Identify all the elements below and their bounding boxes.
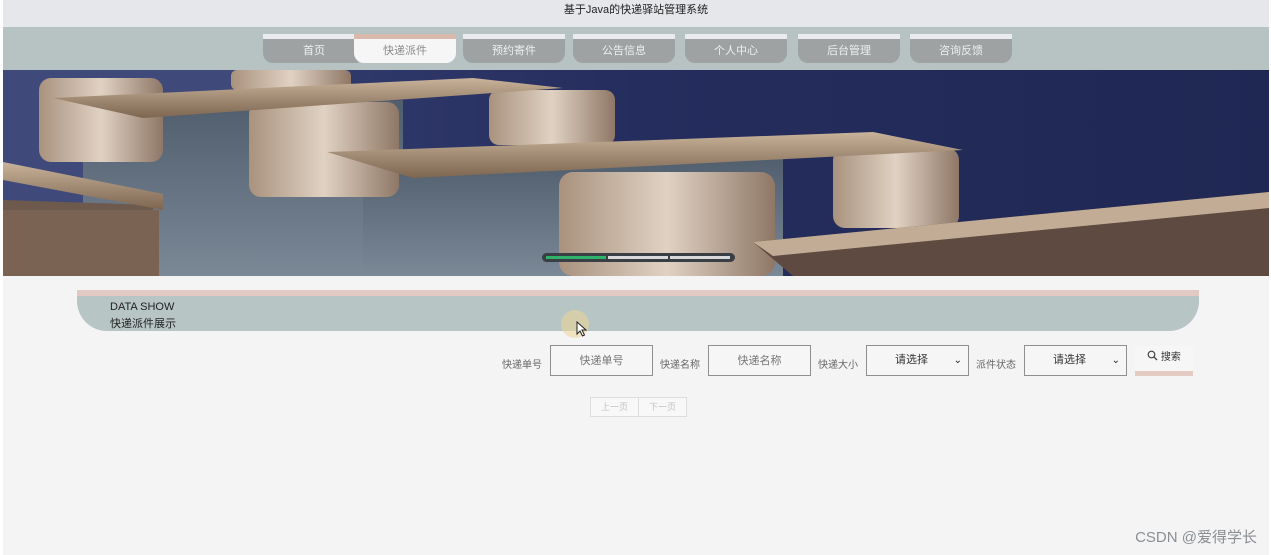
package-name-label: 快递名称 (660, 360, 700, 371)
section-title-en: DATA SHOW (110, 301, 175, 313)
site-title: 基于Java的快递驿站管理系统 (563, 4, 709, 16)
section-title-cn: 快递派件展示 (110, 318, 176, 330)
chevron-down-icon: ⌄ (1111, 355, 1120, 366)
mouse-pointer-icon (576, 321, 588, 337)
csdn-watermark: CSDN @爱得学长 (1135, 529, 1257, 546)
tracking-number-label: 快递单号 (502, 360, 542, 371)
nav-item-personal[interactable]: 个人中心 (685, 34, 787, 63)
search-icon (1147, 350, 1158, 361)
tracking-number-input[interactable] (551, 346, 652, 375)
browser-viewport: 基于Java的快递驿站管理系统 首页 快递派件 预约寄件 公告信息 个人中心 后… (3, 0, 1269, 555)
carousel-indicator-3[interactable] (670, 256, 730, 259)
search-button[interactable]: 搜索 (1135, 346, 1193, 376)
tracking-number-field[interactable] (550, 345, 653, 376)
next-page-button[interactable]: 下一页 (638, 397, 687, 417)
nav-item-home[interactable]: 首页 (263, 34, 365, 63)
package-size-select[interactable]: 请选择 ⌄ (866, 345, 969, 376)
top-title-bar: 基于Java的快递驿站管理系统 (3, 0, 1269, 27)
search-button-label: 搜索 (1160, 352, 1181, 363)
prev-page-button[interactable]: 上一页 (590, 397, 639, 417)
section-header: DATA SHOW 快递派件展示 (77, 290, 1199, 331)
banner-carousel[interactable] (3, 70, 1269, 276)
chevron-down-icon: ⌄ (953, 355, 962, 366)
package-name-input[interactable] (709, 346, 810, 375)
nav-item-delivery[interactable]: 快递派件 (354, 34, 456, 63)
package-size-label: 快递大小 (818, 360, 858, 371)
package-size-value: 请选择 (895, 354, 928, 366)
nav-item-admin[interactable]: 后台管理 (798, 34, 900, 63)
delivery-status-select[interactable]: 请选择 ⌄ (1024, 345, 1127, 376)
carousel-indicator-1[interactable] (546, 256, 606, 259)
carousel-indicators (542, 253, 735, 262)
carousel-indicator-2[interactable] (608, 256, 668, 259)
nav-item-feedback[interactable]: 咨询反馈 (910, 34, 1012, 63)
delivery-status-value: 请选择 (1053, 354, 1086, 366)
classroom-banner-image (3, 70, 1269, 276)
package-name-field[interactable] (708, 345, 811, 376)
delivery-status-label: 派件状态 (976, 360, 1016, 371)
nav-item-booking[interactable]: 预约寄件 (463, 34, 565, 63)
main-navigation: 首页 快递派件 预约寄件 公告信息 个人中心 后台管理 咨询反馈 (3, 27, 1269, 70)
nav-item-notices[interactable]: 公告信息 (573, 34, 675, 63)
